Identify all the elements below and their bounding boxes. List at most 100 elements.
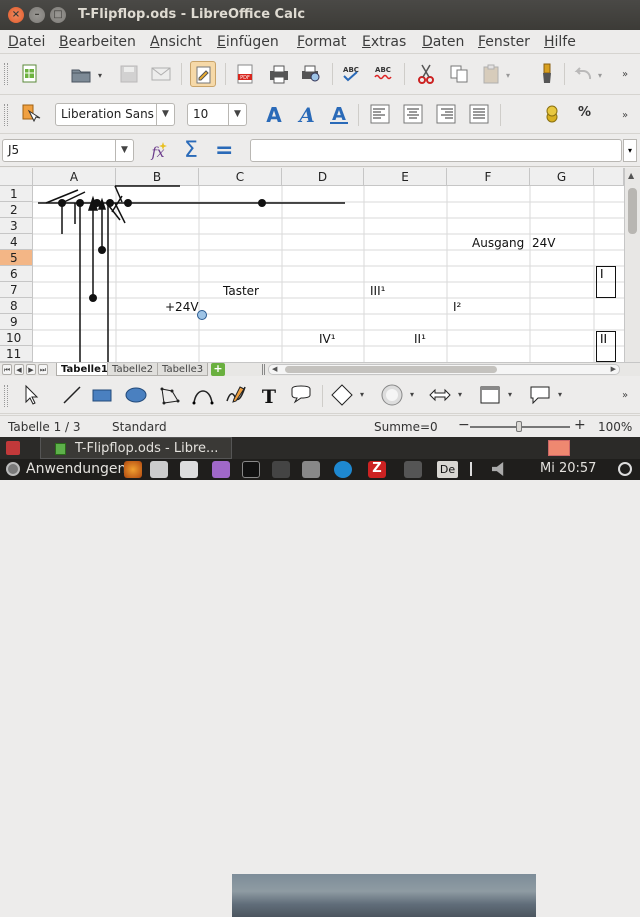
column-header-a[interactable]: A [33,168,116,186]
chevron-down-icon[interactable]: ▾ [458,390,462,399]
vertical-scroll-thumb[interactable] [628,188,637,234]
column-header-h[interactable] [594,168,624,186]
taskbar-window-button[interactable]: T-Flipflop.ods - Libre... [40,437,232,459]
select-pointer-icon[interactable] [20,383,44,407]
filezilla-icon[interactable]: Z [368,461,386,478]
column-header-f[interactable]: F [447,168,530,186]
row-header[interactable]: 1 [0,186,33,202]
autospellcheck-icon[interactable]: ABC [370,61,396,87]
sheet-tab-tabelle1[interactable]: Tabelle1 [56,363,113,376]
polygon-tool-icon[interactable] [158,383,182,407]
apps-menu-label[interactable]: Anwendungen [26,461,126,477]
formula-input[interactable] [250,139,622,162]
teamviewer-icon[interactable] [334,461,352,478]
maximize-window-button[interactable]: □ [50,7,66,23]
column-header-d[interactable]: D [282,168,364,186]
print-preview-icon[interactable] [298,61,324,87]
chevron-down-icon[interactable]: ▼ [156,104,174,125]
row-header[interactable]: 2 [0,202,33,218]
cell-d10[interactable]: IV¹ [319,332,336,346]
scroll-left-icon[interactable]: ◀ [272,365,277,373]
cell-e7[interactable]: III¹ [370,284,385,298]
sheet-tab-tabelle2[interactable]: Tabelle2 [107,363,159,376]
export-pdf-icon[interactable]: PDF [232,61,258,87]
currency-format-icon[interactable] [539,101,565,127]
sum-icon[interactable]: Σ [184,138,198,163]
column-header-g[interactable]: G [530,168,594,186]
power-icon[interactable] [618,462,632,476]
cell-f4[interactable]: Ausgang [472,236,524,250]
last-sheet-icon[interactable]: ⏭ [38,364,48,375]
vertical-scrollbar[interactable]: ▲ [624,168,640,362]
undo-icon[interactable] [570,61,596,87]
align-left-icon[interactable] [367,101,393,127]
toolbar-overflow-icon[interactable]: » [622,110,628,121]
output-box-i[interactable]: I [596,266,616,298]
column-header-e[interactable]: E [364,168,447,186]
scroll-up-icon[interactable]: ▲ [628,171,634,180]
toolbar-overflow-icon[interactable]: » [622,390,628,401]
output-box-ii[interactable]: II [596,331,616,362]
basic-shapes-icon[interactable] [330,383,354,407]
undo-dropdown-icon[interactable]: ▾ [598,71,602,80]
zoom-out-button[interactable]: − [458,417,470,433]
row-header[interactable]: 11 [0,346,33,362]
underline-icon[interactable]: A [326,101,352,127]
row-header[interactable]: 4 [0,234,33,250]
toolbar-grip[interactable] [4,385,8,407]
open-folder-icon[interactable] [68,61,94,87]
text-tool-icon[interactable]: T [257,383,281,408]
files-icon[interactable] [150,461,168,478]
chevron-down-icon[interactable]: ▾ [410,390,414,399]
calculator-icon[interactable] [180,461,198,478]
ellipse-tool-icon[interactable] [124,383,148,407]
spreadsheet-grid[interactable]: A B C D E F G 1 2 3 4 5 6 7 8 9 10 11 Au… [0,168,640,362]
row-header-selected[interactable]: 5 [0,250,33,266]
firefox-icon[interactable] [124,461,142,478]
column-header-c[interactable]: C [199,168,282,186]
row-header[interactable]: 3 [0,218,33,234]
callouts-icon[interactable] [528,383,552,407]
align-right-icon[interactable] [433,101,459,127]
chevron-down-icon[interactable]: ▼ [228,104,246,125]
freeform-tool-icon[interactable] [224,383,248,407]
volume-icon[interactable] [492,462,504,476]
keyboard-layout-indicator[interactable]: De [437,461,458,478]
cell-g4[interactable]: 24V [532,236,555,250]
tab-split-handle[interactable] [262,364,265,375]
edit-mode-icon[interactable] [190,61,216,87]
cut-icon[interactable] [413,61,439,87]
menu-ansicht[interactable]: Ansicht [150,34,202,50]
apps-menu-icon[interactable] [6,462,20,476]
row-header[interactable]: 6 [0,266,33,282]
tool-icon[interactable] [302,461,320,478]
select-all-corner[interactable] [0,168,33,186]
menu-einfuegen[interactable]: Einfügen [217,34,279,50]
clone-formatting-icon[interactable] [534,61,560,87]
close-window-button[interactable]: × [8,7,24,23]
zoom-slider-knob[interactable] [516,421,522,432]
menu-hilfe[interactable]: Hilfe [544,34,576,50]
block-arrows-icon[interactable] [428,383,452,407]
bold-icon[interactable]: A [261,101,287,127]
name-box[interactable]: J5 ▼ [2,139,134,162]
first-sheet-icon[interactable]: ⏮ [2,364,12,375]
email-icon[interactable] [148,61,174,87]
copy-icon[interactable] [446,61,472,87]
menu-daten[interactable]: Daten [422,34,464,50]
paste-icon[interactable] [478,61,504,87]
network-icon[interactable] [404,461,422,478]
spellcheck-icon[interactable]: ABC [338,61,364,87]
italic-icon[interactable]: A [294,101,320,127]
system-monitor-icon[interactable] [242,461,260,478]
row-header[interactable]: 7 [0,282,33,298]
chevron-down-icon[interactable]: ▾ [360,390,364,399]
paste-dropdown-icon[interactable]: ▾ [506,71,510,80]
page-style[interactable]: Standard [112,420,167,434]
align-center-icon[interactable] [400,101,426,127]
add-sheet-button[interactable]: + [211,363,225,376]
row-header[interactable]: 10 [0,330,33,346]
expand-formula-icon[interactable]: ▾ [623,139,637,162]
font-size-combobox[interactable]: 10 ▼ [187,103,247,126]
row-header[interactable]: 9 [0,314,33,330]
